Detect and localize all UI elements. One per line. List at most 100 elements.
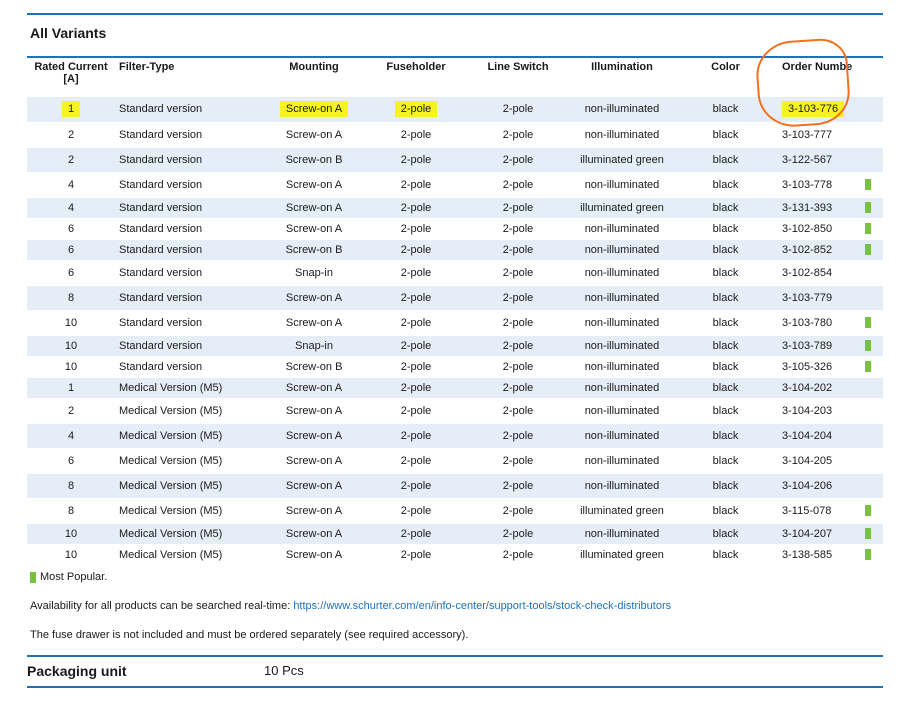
popular-marker-cell xyxy=(863,285,883,311)
color-cell: black xyxy=(675,285,776,311)
fuseholder-cell-text: 2-pole xyxy=(400,128,432,141)
filter-type-cell-text: Standard version xyxy=(119,339,203,352)
order-number-cell-text: 3-103-789 xyxy=(782,339,833,352)
order-number-cell: 3-103-779 xyxy=(776,285,863,311)
fuse-drawer-note: The fuse drawer is not included and must… xyxy=(30,629,469,641)
mounting-cell: Screw-on A xyxy=(263,122,365,148)
table-row: 10 Standard version Screw-on A 2-pole 2-pole… xyxy=(27,310,883,336)
order-number-cell-text: 3-103-777 xyxy=(782,128,833,141)
illumination-cell-text: non-illuminated xyxy=(584,291,660,304)
order-number-cell: 3-104-205 xyxy=(776,448,863,474)
packaging-unit-value: 10 Pcs xyxy=(264,663,304,678)
color-cell-text: black xyxy=(712,504,739,517)
fuseholder-cell-text: 2-pole xyxy=(400,266,432,279)
filter-type-cell-text: Standard version xyxy=(119,103,203,116)
mounting-cell-text: Screw-on A xyxy=(285,479,343,492)
fuseholder-cell: 2-pole xyxy=(365,523,467,545)
mounting-cell: Screw-on A xyxy=(263,285,365,311)
order-number-cell-text: 3-122-567 xyxy=(782,153,833,166)
rated-current-cell: 10 xyxy=(27,310,115,336)
mounting-cell-text: Screw-on B xyxy=(285,360,343,373)
table-row: 6 Standard version Screw-on A 2-pole 2-pole n… xyxy=(27,218,883,240)
rated-current-cell: 10 xyxy=(27,356,115,378)
fuseholder-cell-text: 2-pole xyxy=(400,178,432,191)
col-header-rated-current: Rated Current [A] xyxy=(27,58,115,97)
fuseholder-cell: 2-pole xyxy=(365,122,467,148)
line-switch-cell: 2-pole xyxy=(467,473,569,499)
table-row: 6 Standard version Snap-in 2-pole 2-pole non-… xyxy=(27,260,883,286)
popular-marker-cell xyxy=(863,172,883,198)
illumination-cell-text: illuminated green xyxy=(580,153,664,166)
rated-current-cell-text: 6 xyxy=(67,454,75,467)
availability-label: Availability for all products can be sea… xyxy=(30,600,294,612)
rated-current-cell-text: 8 xyxy=(67,291,75,304)
rated-current-cell: 1 xyxy=(27,97,115,123)
order-number-cell: 3-103-778 xyxy=(776,172,863,198)
order-number-cell-text: 3-102-852 xyxy=(782,243,833,256)
illumination-cell-text: illuminated green xyxy=(580,201,664,214)
popular-marker-cell xyxy=(863,473,883,499)
color-cell-text: black xyxy=(712,429,739,442)
popular-marker-cell xyxy=(863,448,883,474)
most-popular-marker xyxy=(30,571,36,583)
illumination-cell-text: non-illuminated xyxy=(584,128,660,141)
rated-current-cell: 4 xyxy=(27,172,115,198)
filter-type-cell: Medical Version (M5) xyxy=(115,473,263,499)
color-cell: black xyxy=(675,377,776,399)
filter-type-cell-text: Medical Version (M5) xyxy=(119,381,223,394)
filter-type-cell-text: Standard version xyxy=(119,291,203,304)
rated-current-cell: 10 xyxy=(27,523,115,545)
table-row: 6 Medical Version (M5) Screw-on A 2-pole 2-p… xyxy=(27,448,883,474)
line-switch-cell-text: 2-pole xyxy=(502,201,534,214)
illumination-cell: non-illuminated xyxy=(569,218,675,240)
color-cell: black xyxy=(675,122,776,148)
color-cell-text: black xyxy=(712,316,739,329)
stock-check-link[interactable]: https://www.schurter.com/en/info-center/… xyxy=(293,600,671,612)
rated-current-cell-text: 2 xyxy=(67,128,75,141)
mounting-cell: Screw-on A xyxy=(263,544,365,566)
legend: Most Popular. xyxy=(30,571,107,583)
table-row: 10 Standard version Screw-on B 2-pole 2-pole… xyxy=(27,356,883,378)
order-number-cell-text: 3-104-203 xyxy=(782,404,833,417)
color-cell-text: black xyxy=(712,479,739,492)
mounting-cell-text: Screw-on A xyxy=(285,291,343,304)
mounting-cell-text: Screw-on A xyxy=(279,101,349,118)
line-switch-cell: 2-pole xyxy=(467,544,569,566)
rated-current-cell: 2 xyxy=(27,122,115,148)
fuseholder-cell-text: 2-pole xyxy=(400,291,432,304)
popular-marker-cell xyxy=(863,197,883,219)
fuseholder-cell: 2-pole xyxy=(365,285,467,311)
filter-type-cell-text: Standard version xyxy=(119,360,203,373)
order-number-cell-text: 3-103-780 xyxy=(782,316,833,329)
fuseholder-cell-text: 2-pole xyxy=(400,479,432,492)
illumination-cell-text: non-illuminated xyxy=(584,381,660,394)
fuseholder-cell: 2-pole xyxy=(365,260,467,286)
filter-type-cell-text: Medical Version (M5) xyxy=(119,548,223,561)
mounting-cell: Screw-on A xyxy=(263,218,365,240)
table-row: 4 Standard version Screw-on A 2-pole 2-pole n… xyxy=(27,172,883,198)
table-body: 1 Standard version Screw-on A 2-pole 2-pole n… xyxy=(27,97,883,566)
table-header-row: Rated Current [A] Filter-Type Mounting F… xyxy=(27,58,883,97)
illumination-cell-text: illuminated green xyxy=(580,504,664,517)
line-switch-cell: 2-pole xyxy=(467,285,569,311)
rated-current-cell-text: 10 xyxy=(64,527,78,540)
illumination-cell: non-illuminated xyxy=(569,356,675,378)
line-switch-cell-text: 2-pole xyxy=(502,504,534,517)
order-number-cell-text: 3-131-393 xyxy=(782,201,833,214)
illumination-cell: illuminated green xyxy=(569,147,675,173)
fuseholder-cell: 2-pole xyxy=(365,147,467,173)
popular-marker-cell xyxy=(863,544,883,566)
line-switch-cell: 2-pole xyxy=(467,147,569,173)
order-number-cell-text: 3-104-205 xyxy=(782,454,833,467)
mounting-cell: Screw-on A xyxy=(263,448,365,474)
top-rule xyxy=(27,13,883,15)
illumination-cell-text: non-illuminated xyxy=(584,527,660,540)
line-switch-cell-text: 2-pole xyxy=(502,404,534,417)
rated-current-cell: 10 xyxy=(27,544,115,566)
fuseholder-cell-text: 2-pole xyxy=(400,404,432,417)
illumination-cell-text: non-illuminated xyxy=(584,178,660,191)
col-header-fuseholder: Fuseholder xyxy=(386,61,446,73)
order-number-cell: 3-102-854 xyxy=(776,260,863,286)
illumination-cell: non-illuminated xyxy=(569,398,675,424)
filter-type-cell: Standard version xyxy=(115,218,263,240)
